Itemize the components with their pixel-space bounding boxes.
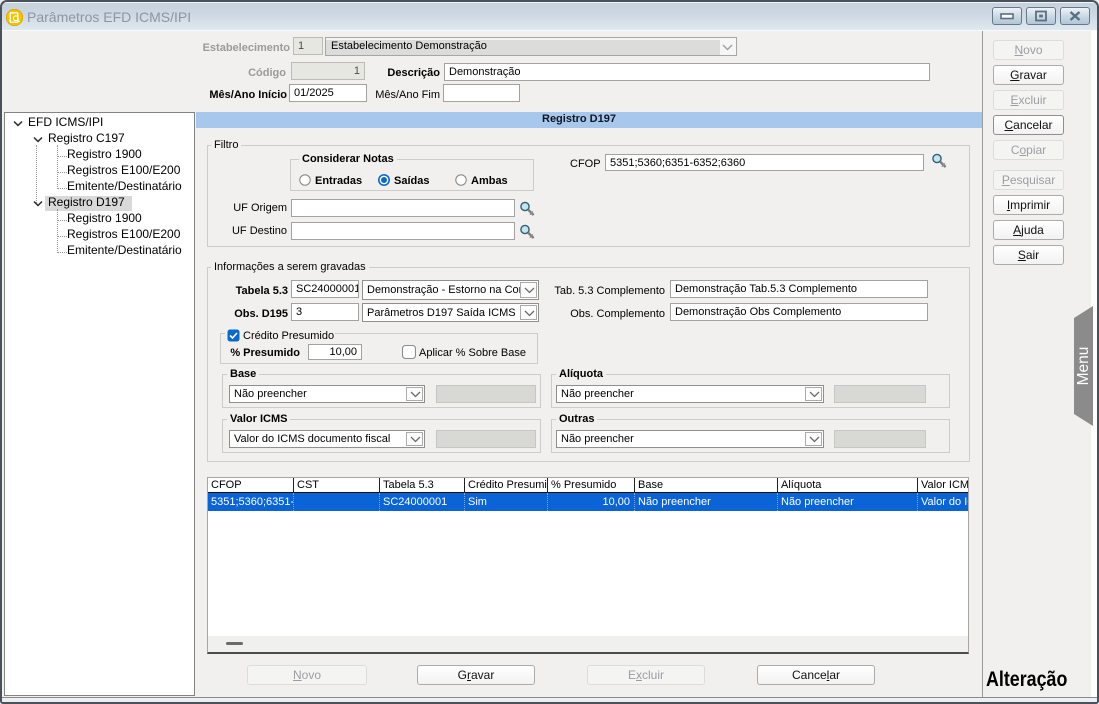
svg-text:Menu: Menu [1075, 347, 1092, 386]
